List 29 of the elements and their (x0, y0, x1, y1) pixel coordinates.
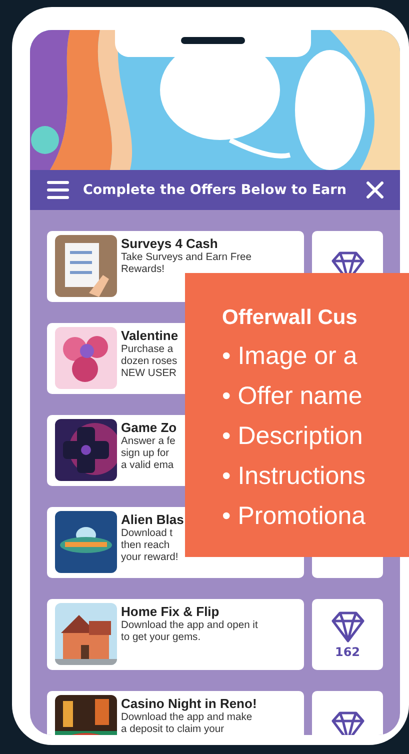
offer-description: Answer a fe (121, 436, 176, 448)
offer-description: Take Surveys and Earn Free (121, 252, 252, 264)
reward-card[interactable]: 162 (312, 599, 383, 670)
gem-count: 162 (334, 644, 360, 658)
offer-description: your reward! (121, 552, 180, 564)
offer-description: sign up for (121, 448, 170, 460)
offer-title: Game Zo (121, 420, 177, 436)
offer-description: to get your gems. (121, 632, 202, 644)
speaker-icon (181, 37, 245, 44)
offer-description: then reach (121, 540, 171, 552)
offer-title: Home Fix & Flip (121, 604, 220, 620)
offer-description: a deposit to claim your (121, 724, 226, 735)
offer-title: Valentine (121, 328, 178, 344)
menu-icon[interactable] (47, 181, 69, 199)
offer-description: Purchase a (121, 344, 174, 356)
header-title: Complete the Offers Below to Earn (83, 182, 348, 198)
offer-description: a valid ema (121, 460, 175, 472)
offer-title: Surveys 4 Cash (121, 236, 219, 252)
offer-description: NEW USER (121, 368, 178, 380)
offer-description: Rewards! (121, 264, 166, 276)
offer-card[interactable]: Home Fix & Flip Download the app and open it to get your gems. (47, 599, 304, 670)
offer-description: dozen roses (121, 356, 178, 368)
offer-description: Download t (121, 528, 174, 540)
offer-card[interactable]: Casino Night in Reno! Download the app and make a deposit to claim your (47, 691, 304, 735)
offer-description: Download the app and open it (121, 620, 258, 632)
offer-description: Download the app and make (121, 712, 254, 724)
close-icon[interactable] (366, 181, 384, 199)
offer-title: Alien Blas (121, 512, 184, 528)
offer-title: Casino Night in Reno! (121, 696, 257, 712)
